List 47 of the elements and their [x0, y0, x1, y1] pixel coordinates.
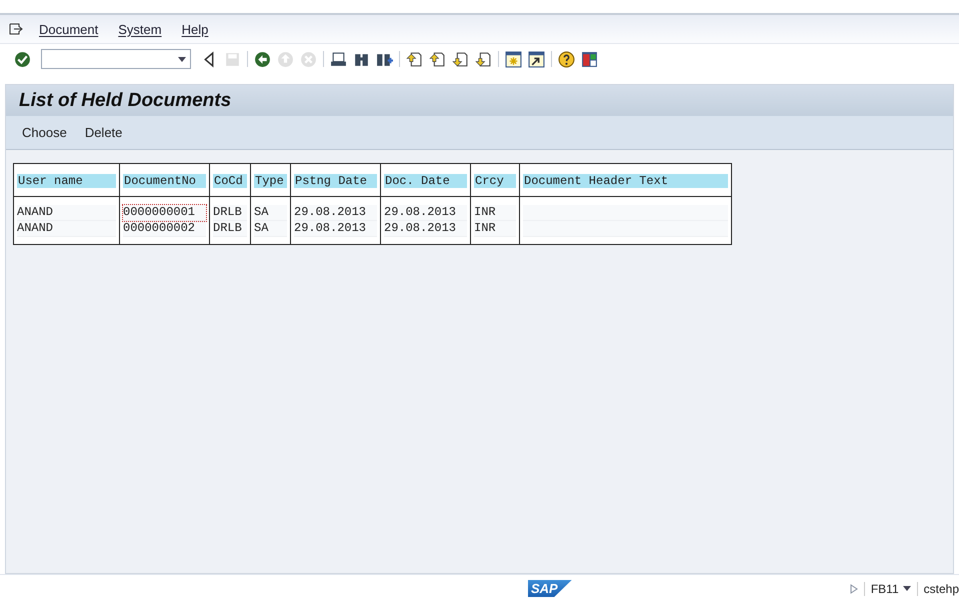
table-cell[interactable]: DRLB	[213, 221, 247, 237]
server-name: cstehp	[916, 582, 959, 596]
table-cell[interactable]: ANAND	[17, 221, 116, 237]
column-header: Pstng Date	[294, 174, 377, 188]
table-cell[interactable]: 29.08.2013	[384, 221, 467, 237]
previous-page-icon[interactable]	[429, 50, 446, 68]
table-cell[interactable]: 29.08.2013	[384, 205, 467, 221]
back-icon[interactable]	[254, 50, 271, 68]
table-cell[interactable]: 29.08.2013	[294, 221, 377, 237]
column-header: Crcy	[474, 174, 516, 188]
column-header: Doc. Date	[384, 174, 467, 188]
table-cell[interactable]: 0000000001	[123, 205, 206, 221]
transaction-code: FB11	[870, 582, 899, 596]
column-header: DocumentNo	[123, 174, 206, 188]
last-page-icon[interactable]	[475, 50, 492, 68]
menu-item[interactable]: Document	[39, 22, 98, 36]
print-icon[interactable]	[330, 50, 347, 68]
new-session-icon[interactable]	[505, 50, 522, 68]
first-page-icon[interactable]	[406, 50, 423, 68]
table-cell[interactable]: 0000000002	[123, 221, 206, 237]
column-header: Document Header Text	[523, 174, 728, 188]
menu-item[interactable]: System	[118, 22, 162, 36]
toolbar-button[interactable]: Delete	[84, 125, 122, 140]
command-field[interactable]	[41, 49, 191, 69]
menu-icon[interactable]	[9, 23, 23, 35]
toolbar-button[interactable]: Choose	[22, 125, 67, 140]
help-icon[interactable]	[558, 50, 575, 68]
expand-icon[interactable]	[850, 584, 858, 594]
table-cell[interactable]: SA	[254, 221, 287, 237]
layout-icon[interactable]	[581, 50, 598, 68]
menu-item[interactable]: Help	[182, 22, 208, 36]
screen-title: List of Held Documents	[6, 85, 953, 116]
logo: SAP	[528, 580, 572, 597]
table-cell[interactable]: 29.08.2013	[294, 205, 377, 221]
column-header: Type	[254, 174, 287, 188]
dropdown-caret-icon[interactable]	[902, 586, 911, 591]
shortcut-icon[interactable]	[528, 50, 545, 68]
dropdown-caret-icon[interactable]	[178, 56, 186, 62]
table-cell[interactable]: INR	[474, 221, 516, 237]
table-cell[interactable]: DRLB	[213, 205, 247, 221]
column-header: CoCd	[213, 174, 247, 188]
table-cell[interactable]: SA	[254, 205, 287, 221]
next-page-icon[interactable]	[452, 50, 469, 68]
table-cell[interactable]: ANAND	[17, 205, 116, 221]
table-cell[interactable]: INR	[474, 205, 516, 221]
enter-icon[interactable]	[14, 50, 31, 68]
column-header: User name	[17, 174, 116, 188]
